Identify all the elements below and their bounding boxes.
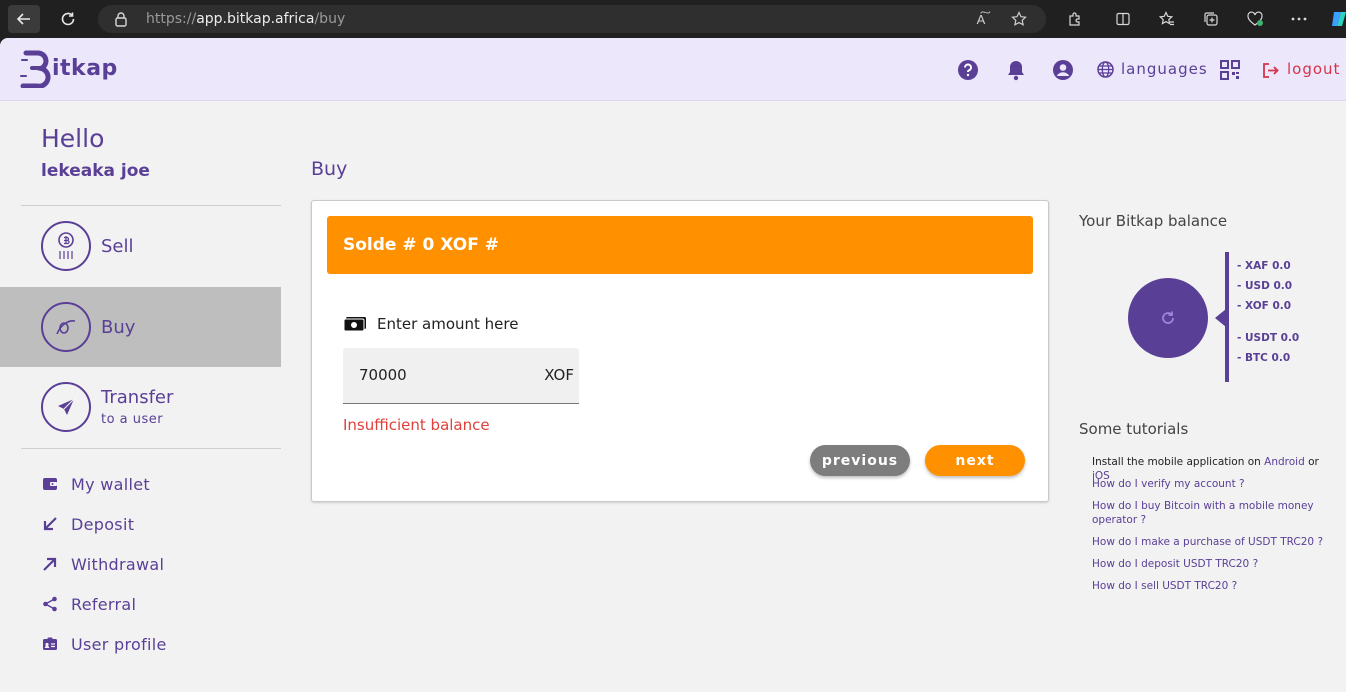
wallet-icon xyxy=(41,475,59,493)
arrow-left-icon xyxy=(16,13,30,25)
amount-label: Enter amount here xyxy=(343,315,518,333)
balance-banner-text: Solde # 0 XOF # xyxy=(343,235,500,255)
balance-line: - USDT 0.0 xyxy=(1237,332,1300,344)
amount-input[interactable] xyxy=(359,366,519,384)
next-button[interactable]: next xyxy=(925,445,1025,476)
amount-label-text: Enter amount here xyxy=(377,315,519,333)
top-header: itkap languages logout xyxy=(0,38,1346,101)
menu-label: Referral xyxy=(71,594,137,614)
menu-label: Withdrawal xyxy=(71,554,165,574)
balance-bar xyxy=(1225,252,1229,382)
tutorial-link[interactable]: How do I buy Bitcoin with a mobile money… xyxy=(1092,499,1337,527)
logout-icon[interactable] xyxy=(1261,59,1279,81)
buy-icon xyxy=(41,302,91,352)
more-menu-icon[interactable] xyxy=(1288,8,1310,30)
balance-line: - USD 0.0 xyxy=(1237,280,1293,292)
currency-suffix: XOF xyxy=(544,366,574,384)
sidebar-divider xyxy=(21,448,281,449)
tutorial-link[interactable]: How do I make a purchase of USDT TRC20 ? xyxy=(1092,535,1337,549)
address-bar[interactable]: https://app.bitkap.africa/buy A͠ xyxy=(98,5,1046,33)
notification-bell-icon[interactable] xyxy=(1005,59,1027,81)
back-button[interactable] xyxy=(8,5,40,33)
sidebar-item-label: Sell xyxy=(101,236,134,257)
buy-card: Solde # 0 XOF # Enter amount here XOF In… xyxy=(311,200,1049,502)
refresh-icon xyxy=(1162,311,1174,324)
balance-line: - XOF 0.0 xyxy=(1237,300,1292,312)
sidebar-item-sublabel: to a user xyxy=(101,412,164,427)
sidebar-item-sell[interactable]: Sell xyxy=(0,206,281,286)
bitkap-logo-mark-icon xyxy=(20,50,51,88)
arrow-down-left-icon xyxy=(41,515,59,533)
sidebar-item-label: Buy xyxy=(101,317,136,338)
sidebar-item-buy[interactable]: Buy xyxy=(0,287,281,367)
greeting-text: Hello xyxy=(41,124,105,153)
url-text: https://app.bitkap.africa/buy xyxy=(146,11,345,27)
url-prefix: https:// xyxy=(146,11,197,27)
arrow-up-right-icon xyxy=(41,555,59,573)
read-aloud-icon[interactable]: A͠ xyxy=(970,9,992,29)
menu-label: Deposit xyxy=(71,514,135,534)
balance-line: - BTC 0.0 xyxy=(1237,352,1291,364)
logo-text: itkap xyxy=(52,55,118,81)
url-host: app.bitkap.africa xyxy=(196,11,315,27)
username-text: lekeaka joe xyxy=(41,161,150,181)
sidebar-item-label: Transfer xyxy=(101,387,174,408)
sidebar-item-transfer[interactable]: Transfer to a user xyxy=(0,367,281,447)
extensions-icon[interactable] xyxy=(1064,8,1086,30)
refresh-button[interactable] xyxy=(52,5,84,33)
app-root: itkap languages logout Hello lekeaka joe… xyxy=(0,38,1346,692)
help-icon[interactable] xyxy=(957,59,979,81)
split-screen-icon[interactable] xyxy=(1112,8,1134,30)
logout-link[interactable]: logout xyxy=(1287,60,1340,78)
collections-icon[interactable] xyxy=(1200,8,1222,30)
refresh-balance-button[interactable] xyxy=(1128,278,1208,358)
id-card-icon xyxy=(41,635,59,653)
share-icon xyxy=(41,595,59,613)
url-path: /buy xyxy=(314,11,346,27)
menu-referral[interactable]: Referral xyxy=(41,593,136,615)
menu-deposit[interactable]: Deposit xyxy=(41,513,134,535)
sell-icon xyxy=(41,221,91,271)
page-title: Buy xyxy=(311,158,348,180)
globe-icon[interactable] xyxy=(1096,60,1114,78)
browser-toolbar: https://app.bitkap.africa/buy A͠ xyxy=(0,0,1346,38)
send-icon xyxy=(41,382,91,432)
bitkap-logo[interactable]: itkap xyxy=(20,48,118,88)
menu-label: My wallet xyxy=(71,474,150,494)
install-text: Install the mobile application on xyxy=(1092,456,1265,468)
menu-my-wallet[interactable]: My wallet xyxy=(41,473,150,495)
android-link[interactable]: Android xyxy=(1264,456,1305,468)
tutorial-link[interactable]: How do I deposit USDT TRC20 ? xyxy=(1092,557,1337,571)
tutorial-link[interactable]: How do I sell USDT TRC20 ? xyxy=(1092,579,1337,593)
lock-icon xyxy=(114,11,128,32)
error-message: Insufficient balance xyxy=(343,416,490,434)
balance-banner: Solde # 0 XOF # xyxy=(327,216,1033,274)
refresh-icon xyxy=(61,12,75,26)
balance-line: - XAF 0.0 xyxy=(1237,260,1291,272)
copilot-icon[interactable] xyxy=(1328,8,1346,30)
menu-user-profile[interactable]: User profile xyxy=(41,633,167,655)
or-text: or xyxy=(1304,456,1319,468)
menu-withdrawal[interactable]: Withdrawal xyxy=(41,553,164,575)
previous-button[interactable]: previous xyxy=(810,445,910,476)
account-icon[interactable] xyxy=(1052,59,1074,81)
qr-code-icon[interactable] xyxy=(1219,59,1241,81)
amount-field[interactable]: XOF xyxy=(343,348,579,404)
browser-essentials-icon[interactable] xyxy=(1244,8,1266,30)
balance-title: Your Bitkap balance xyxy=(1079,212,1228,230)
favorites-icon[interactable] xyxy=(1156,8,1178,30)
tutorials-title: Some tutorials xyxy=(1079,420,1189,438)
menu-label: User profile xyxy=(71,634,167,654)
cash-icon xyxy=(343,317,366,332)
tutorial-link[interactable]: How do I verify my account ? xyxy=(1092,477,1337,491)
favorite-star-icon[interactable] xyxy=(1008,9,1030,29)
languages-link[interactable]: languages xyxy=(1121,60,1208,78)
